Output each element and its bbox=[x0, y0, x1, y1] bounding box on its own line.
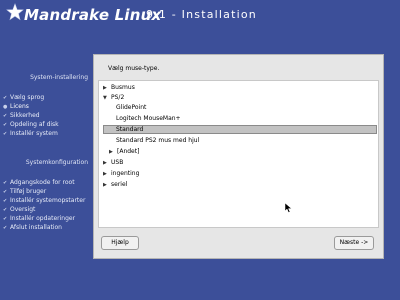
triangle-right-icon[interactable]: ▶ bbox=[103, 83, 107, 93]
step-label: Installér system bbox=[10, 130, 58, 137]
step-finish: ✔ Afslut installation bbox=[3, 223, 85, 232]
tree-item-label: Logitech MouseMan+ bbox=[116, 115, 181, 122]
tree-item-label: Busmus bbox=[111, 84, 135, 91]
step-install-system: ✔ Installér system bbox=[3, 129, 59, 138]
step-label: Tilføj bruger bbox=[10, 188, 47, 195]
mouse-selection-dialog: Vælg muse-type. ▶ Busmus ▼ PS/2 GlidePoi… bbox=[93, 54, 384, 259]
header-banner: Mandrake Linux 9.1 - Installation bbox=[0, 0, 400, 34]
step-label: Afslut installation bbox=[10, 224, 62, 231]
tree-item-busmus[interactable]: ▶ Busmus bbox=[99, 83, 378, 93]
step-choose-language: ✔ Vælg sprog bbox=[3, 93, 59, 102]
step-label: Installér systemopstarter bbox=[10, 197, 86, 204]
dialog-prompt: Vælg muse-type. bbox=[108, 65, 160, 72]
config-section-heading: Systemkonfiguration bbox=[25, 159, 88, 166]
tree-item-label: seriel bbox=[111, 181, 128, 188]
tree-item-usb[interactable]: ▶ USB bbox=[99, 158, 378, 168]
install-section-heading: System-installering bbox=[30, 74, 88, 81]
triangle-right-icon[interactable]: ▶ bbox=[103, 158, 107, 168]
tree-item-label: Standard PS2 mus med hjul bbox=[116, 137, 200, 144]
help-button[interactable]: Hjælp bbox=[101, 236, 139, 250]
mouse-pointer-icon bbox=[285, 203, 293, 213]
step-root-password: ✔ Adgangskode for root bbox=[3, 178, 85, 187]
next-button[interactable]: Næste -> bbox=[334, 236, 374, 250]
tree-item-label: ingenting bbox=[111, 170, 140, 177]
installation-title: 9.1 - Installation bbox=[146, 8, 257, 21]
selection-highlight bbox=[103, 125, 377, 134]
tree-item-glidepoint[interactable]: GlidePoint bbox=[99, 103, 378, 113]
tree-item-serial[interactable]: ▶ seriel bbox=[99, 180, 378, 190]
tree-item-label: USB bbox=[111, 159, 124, 166]
install-steps-list: ✔ Vælg sprog ● Licens ✔ Sikkerhed ✔ Opdeling… bbox=[3, 93, 59, 138]
step-security: ✔ Sikkerhed bbox=[3, 111, 59, 120]
tree-item-standard[interactable]: Standard bbox=[99, 125, 378, 135]
step-label: Vælg sprog bbox=[10, 94, 45, 101]
tree-item-label: PS/2 bbox=[111, 94, 125, 101]
step-label: Sikkerhed bbox=[10, 112, 40, 119]
step-bootloader: ✔ Installér systemopstarter bbox=[3, 196, 85, 205]
tree-item-label: [Andet] bbox=[117, 148, 140, 155]
tree-item-none[interactable]: ▶ ingenting bbox=[99, 169, 378, 179]
config-steps-list: ✔ Adgangskode for root ✔ Tilføj bruger ✔ In… bbox=[3, 178, 85, 232]
step-partitioning: ✔ Opdeling af disk bbox=[3, 120, 59, 129]
step-updates: ✔ Installér opdateringer bbox=[3, 214, 85, 223]
step-label: Installér opdateringer bbox=[10, 215, 76, 222]
check-icon: ✔ bbox=[3, 131, 8, 137]
tree-item-standard-ps2-wheel[interactable]: Standard PS2 mus med hjul bbox=[99, 136, 378, 146]
step-label: Licens bbox=[10, 103, 29, 110]
check-icon: ✔ bbox=[3, 225, 8, 231]
tree-item-ps2[interactable]: ▼ PS/2 bbox=[99, 93, 378, 103]
mouse-type-tree[interactable]: ▶ Busmus ▼ PS/2 GlidePoint Logitech Mous… bbox=[98, 80, 379, 228]
step-label: Opdeling af disk bbox=[10, 121, 59, 128]
mandrake-star-icon bbox=[6, 3, 24, 21]
step-summary: ✔ Oversigt bbox=[3, 205, 85, 214]
tree-item-logitech-mouseman[interactable]: Logitech MouseMan+ bbox=[99, 114, 378, 124]
step-add-user: ✔ Tilføj bruger bbox=[3, 187, 85, 196]
tree-item-label: Standard bbox=[116, 126, 144, 133]
brand-name: Mandrake Linux bbox=[24, 6, 162, 24]
step-license: ● Licens bbox=[3, 102, 59, 111]
triangle-down-icon[interactable]: ▼ bbox=[103, 93, 107, 103]
step-label: Adgangskode for root bbox=[10, 179, 75, 186]
triangle-right-icon[interactable]: ▶ bbox=[103, 169, 107, 179]
triangle-right-icon[interactable]: ▶ bbox=[103, 180, 107, 190]
tree-item-other[interactable]: ▶ [Andet] bbox=[99, 147, 378, 157]
triangle-right-icon[interactable]: ▶ bbox=[109, 147, 113, 157]
step-label: Oversigt bbox=[10, 206, 36, 213]
tree-item-label: GlidePoint bbox=[116, 104, 147, 111]
